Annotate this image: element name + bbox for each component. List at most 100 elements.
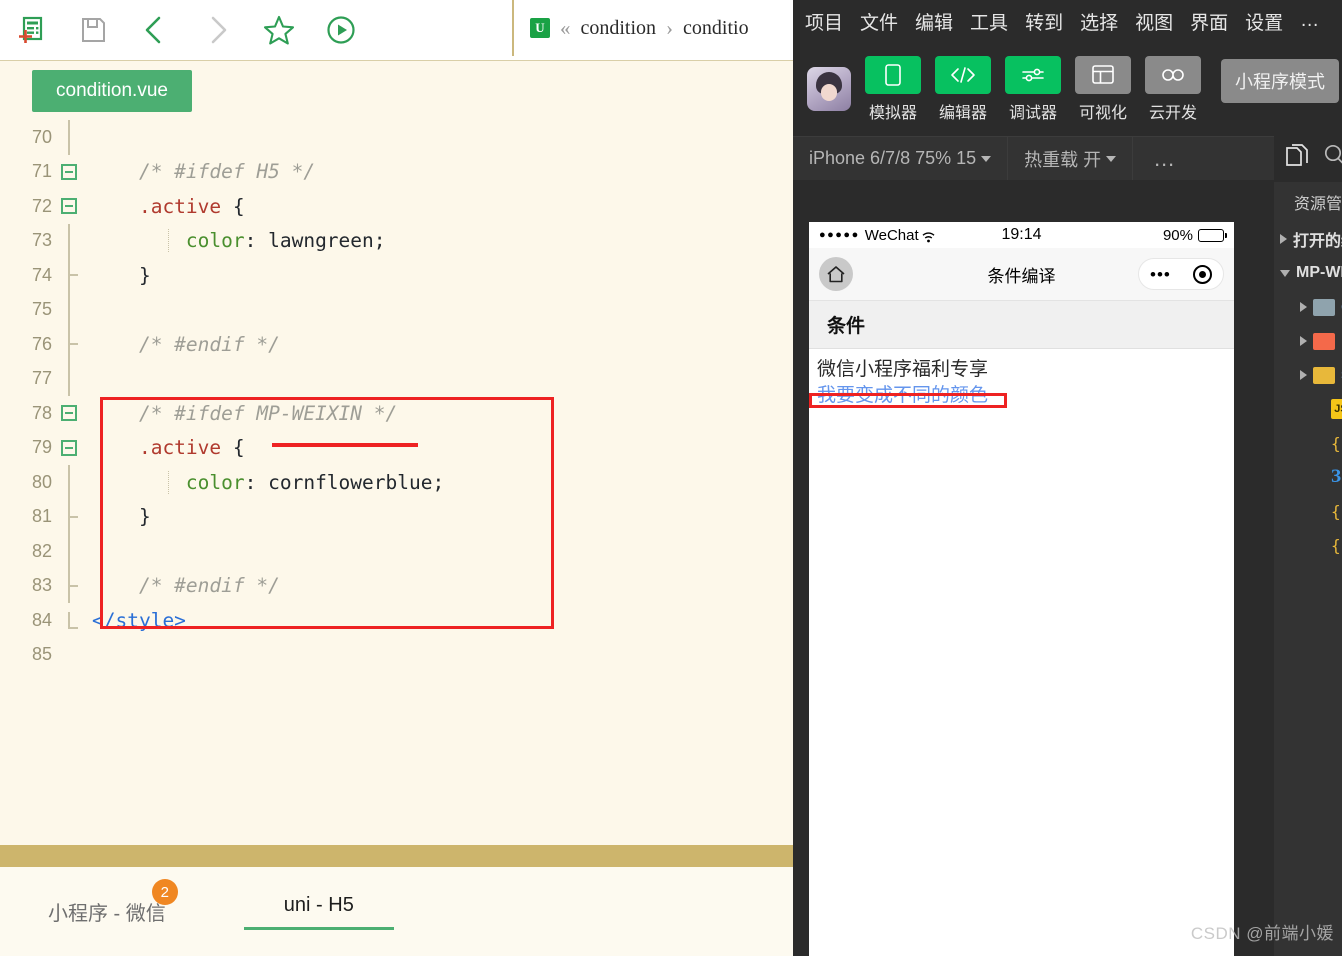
menu-item-4[interactable]: 转到	[1025, 8, 1063, 35]
tree-row[interactable]: JSa	[1274, 392, 1342, 426]
tool-visualization-label: 可视化	[1078, 104, 1127, 122]
subbar-more-button[interactable]: …	[1133, 146, 1198, 172]
code-text: color: lawngreen;	[86, 229, 793, 253]
menu-item-6[interactable]: 视图	[1135, 8, 1173, 35]
sliders-icon	[1005, 55, 1061, 94]
menu-item-9[interactable]: …	[1300, 10, 1319, 32]
hot-reload-selector[interactable]: 热重载 开	[1008, 136, 1134, 181]
fold-gutter	[52, 327, 86, 362]
battery-percent-label: 90%	[1162, 226, 1193, 244]
line-number: 82	[31, 540, 52, 561]
tree-row[interactable]: {..}p	[1274, 494, 1342, 528]
chevron-down-icon[interactable]	[1280, 269, 1290, 277]
code-line[interactable]: 72 .active {	[0, 189, 793, 224]
breadcrumb-item-0[interactable]: condition	[581, 17, 657, 40]
chevron-right-icon[interactable]	[1280, 234, 1287, 244]
code-line[interactable]: 70	[0, 120, 793, 155]
tree-row[interactable]: {..}p	[1274, 528, 1342, 562]
code-text: /* #ifdef MP-WEIXIN */	[86, 402, 793, 425]
code-line[interactable]: 71 /* #ifdef H5 */	[0, 155, 793, 190]
run-icon[interactable]	[310, 0, 372, 60]
code-token-punc: :	[244, 470, 269, 494]
code-line[interactable]: 80 color: cornflowerblue;	[0, 465, 793, 500]
tree-row-label: 打开的编	[1293, 233, 1342, 250]
fold-collapse-icon[interactable]	[61, 405, 77, 422]
avatar[interactable]	[807, 67, 851, 111]
menu-item-8[interactable]: 设置	[1245, 8, 1283, 35]
fold-collapse-icon[interactable]	[61, 439, 77, 456]
fold-collapse-icon[interactable]	[61, 198, 77, 215]
layout-icon	[1075, 55, 1131, 94]
tree-row[interactable]: 打开的编	[1274, 222, 1342, 256]
menu-item-7[interactable]: 界面	[1190, 8, 1228, 35]
chevron-right-icon[interactable]	[1300, 302, 1307, 312]
code-line[interactable]: 77	[0, 361, 793, 396]
code-line[interactable]: 82	[0, 534, 793, 569]
phone-simulator[interactable]: ●●●●● WeChat 19:14 90% 条件编译 ••• 条件 微信小程序…	[809, 222, 1234, 956]
bottom-tab-bar: 小程序 - 微信 2 uni - H5	[0, 867, 793, 956]
folder-grey-icon	[1313, 298, 1335, 316]
breadcrumb-collapse-icon[interactable]: «	[560, 16, 571, 41]
code-text: }	[86, 264, 793, 287]
fold-gutter[interactable]	[52, 163, 86, 180]
code-line[interactable]: 75	[0, 292, 793, 327]
fold-gutter[interactable]	[52, 405, 86, 422]
menu-item-3[interactable]: 工具	[970, 8, 1008, 35]
capsule-button[interactable]: •••	[1138, 258, 1224, 290]
code-token-sel: .active	[92, 436, 222, 460]
file-tab-condition-vue[interactable]: condition.vue	[32, 69, 192, 112]
file-tree[interactable]: 打开的编MP-WEcpsJSa{..}aЗa{..}p{..}p	[1274, 222, 1342, 562]
target-icon[interactable]	[1192, 264, 1212, 284]
fold-gutter[interactable]	[52, 198, 86, 215]
tree-row[interactable]: p	[1274, 324, 1342, 358]
fold-gutter	[52, 465, 86, 500]
code-line[interactable]: 83 /* #endif */	[0, 568, 793, 603]
code-line[interactable]: 81 }	[0, 499, 793, 534]
line-number: 77	[31, 368, 52, 389]
tool-editor[interactable]: 编辑器	[935, 55, 991, 123]
forward-arrow-icon[interactable]	[186, 0, 248, 60]
code-line[interactable]: 74 }	[0, 258, 793, 293]
save-icon[interactable]	[62, 0, 124, 60]
device-selector[interactable]: iPhone 6/7/8 75% 15	[793, 136, 1009, 181]
tool-simulator[interactable]: 模拟器	[865, 55, 921, 123]
code-line[interactable]: 78 /* #ifdef MP-WEIXIN */	[0, 396, 793, 431]
code-line[interactable]: 84 </style>	[0, 603, 793, 638]
code-line[interactable]: 79 .active {	[0, 431, 793, 466]
tree-row[interactable]: c	[1274, 290, 1342, 324]
devtools-menubar: 项目 文件 编辑 工具 转到 选择 视图 界面 设置 …	[793, 0, 1342, 42]
code-line[interactable]: 73 color: lawngreen;	[0, 223, 793, 258]
breadcrumb-item-1[interactable]: conditio	[683, 17, 749, 40]
bottom-tab-uni-h5[interactable]: uni - H5	[243, 894, 394, 930]
chevron-right-icon[interactable]	[1300, 336, 1307, 346]
code-line[interactable]: 85	[0, 638, 793, 673]
mode-button[interactable]: 小程序模式	[1221, 59, 1339, 103]
tree-row[interactable]: s	[1274, 358, 1342, 392]
tool-visualization[interactable]: 可视化	[1075, 55, 1131, 123]
chevron-right-icon[interactable]	[1300, 370, 1307, 380]
fold-collapse-icon[interactable]	[61, 163, 77, 180]
code-editor[interactable]: 70 71 /* #ifdef H5 */72 .active {73 color…	[0, 120, 793, 845]
code-text: /* #endif */	[86, 574, 793, 597]
menu-item-1[interactable]: 文件	[860, 8, 898, 35]
menu-item-0[interactable]: 项目	[805, 8, 843, 35]
star-icon[interactable]	[248, 0, 310, 60]
files-copy-icon[interactable]	[1286, 143, 1308, 173]
content-line-0: 微信小程序福利专享	[817, 359, 989, 380]
tree-row[interactable]: MP-WE	[1274, 256, 1342, 290]
tool-cloud[interactable]: 云开发	[1145, 55, 1201, 123]
code-line[interactable]: 76 /* #endif */	[0, 327, 793, 362]
search-icon[interactable]	[1324, 144, 1342, 172]
menu-item-5[interactable]: 选择	[1080, 8, 1118, 35]
new-file-icon[interactable]	[0, 0, 62, 60]
tool-debugger[interactable]: 调试器	[1005, 55, 1061, 123]
tree-row[interactable]: Зa	[1274, 460, 1342, 494]
indent-guide	[168, 229, 169, 253]
tree-row[interactable]: {..}a	[1274, 426, 1342, 460]
back-arrow-icon[interactable]	[124, 0, 186, 60]
capsule-menu-icon[interactable]: •••	[1150, 266, 1171, 283]
menu-item-2[interactable]: 编辑	[915, 8, 953, 35]
bottom-tab-miniprogram[interactable]: 小程序 - 微信 2	[48, 879, 178, 926]
fold-gutter[interactable]	[52, 439, 86, 456]
js-file-icon: JS	[1331, 399, 1342, 419]
